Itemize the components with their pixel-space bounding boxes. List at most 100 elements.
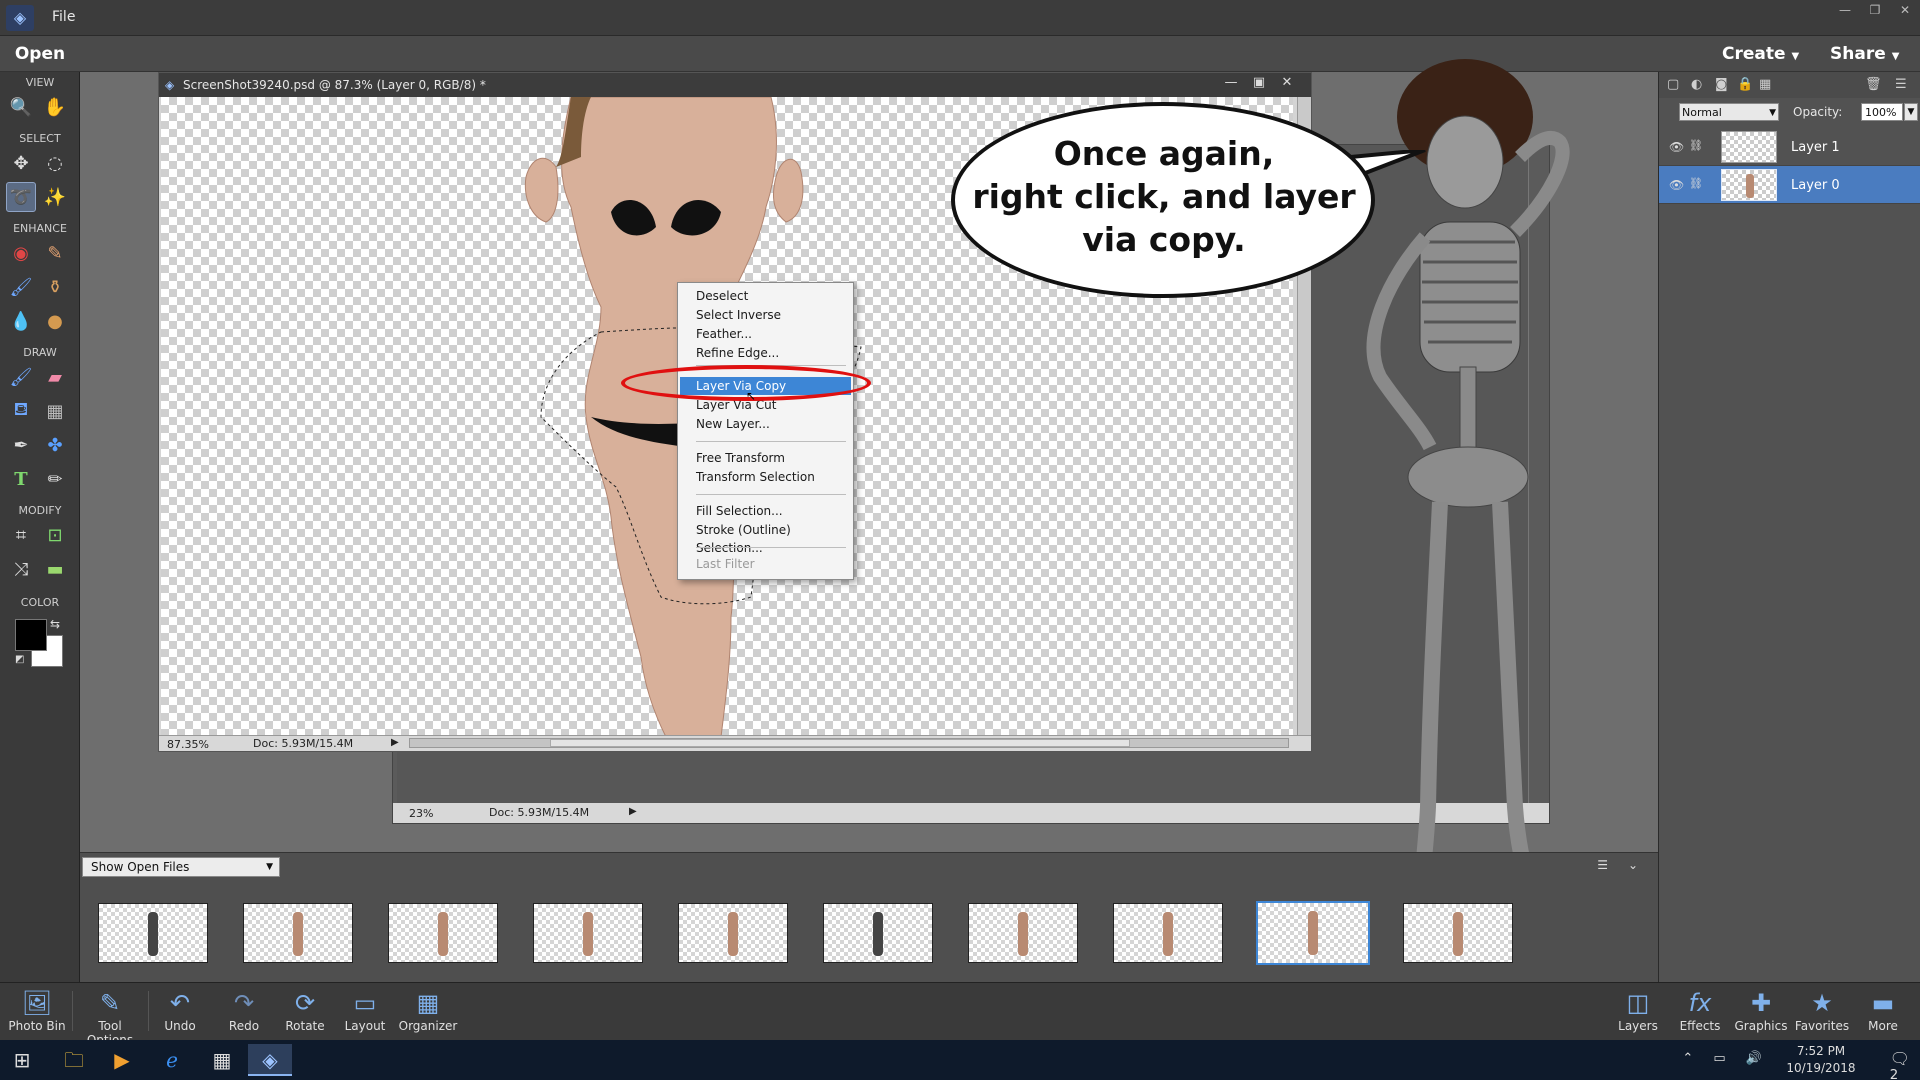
horizontal-scrollbar[interactable] <box>409 738 1289 748</box>
tray-icons[interactable]: ⌃ ▭ 🔊 <box>1682 1051 1770 1066</box>
opacity-input[interactable]: 100% <box>1861 103 1903 121</box>
minimize-icon[interactable]: — <box>1217 75 1245 90</box>
recompose-icon[interactable]: ⊡ <box>40 520 70 550</box>
zoom-level[interactable]: 87.35% <box>167 738 209 751</box>
photo-bin-source-select[interactable]: Show Open Files ▼ <box>82 857 280 877</box>
content-aware-move-icon[interactable]: ⤨ <box>6 554 36 584</box>
status-menu-icon[interactable]: ▶ <box>391 737 399 748</box>
menu-item-deselect[interactable]: Deselect <box>680 287 851 305</box>
tool-options-button[interactable]: ✎Tool Options <box>74 987 146 1047</box>
type-icon[interactable]: T <box>6 464 36 494</box>
photo-thumbnail-selected[interactable] <box>1256 901 1370 965</box>
photo-thumbnail[interactable] <box>678 903 788 963</box>
maximize-button[interactable]: ❐ <box>1860 0 1890 20</box>
maximize-icon[interactable]: ▣ <box>1245 75 1273 90</box>
favorites-button[interactable]: ★ Favorites <box>1788 987 1856 1033</box>
zoom-level[interactable]: 23% <box>409 807 433 820</box>
media-player-icon[interactable]: ▶ <box>100 1044 144 1076</box>
adjustment-layer-icon[interactable]: ◐ <box>1691 77 1702 92</box>
photo-thumbnail[interactable] <box>823 903 933 963</box>
eraser-icon[interactable]: ▰ <box>40 362 70 392</box>
calculator-icon[interactable]: ▦ <box>200 1044 244 1076</box>
notification-icon[interactable]: 🗨2 <box>1890 1049 1910 1080</box>
straighten-icon[interactable]: ▬ <box>40 554 70 584</box>
red-eye-icon[interactable]: ◉ <box>6 238 36 268</box>
organizer-button[interactable]: ▦ Organizer <box>392 987 464 1033</box>
photo-thumbnail[interactable] <box>1403 903 1513 963</box>
panel-menu-icon[interactable]: ☰ <box>1895 77 1907 92</box>
layer-mask-icon[interactable]: ◙ <box>1715 77 1728 92</box>
lock-icon[interactable]: 🔒 <box>1737 77 1753 92</box>
photo-thumbnail[interactable] <box>243 903 353 963</box>
layer-name[interactable]: Layer 0 <box>1791 178 1840 193</box>
collapse-bin-icon[interactable]: ⌄ <box>1628 858 1638 872</box>
custom-shape-icon[interactable]: ✤ <box>40 430 70 460</box>
windows-start-icon[interactable]: ⊞ <box>0 1044 44 1076</box>
more-button[interactable]: ▬ More <box>1849 987 1917 1033</box>
lasso-icon[interactable]: ➰ <box>6 182 36 212</box>
menu-item-free-transform[interactable]: Free Transform <box>680 449 851 467</box>
menu-item-new-layer[interactable]: New Layer... <box>680 415 851 433</box>
clone-stamp-icon[interactable]: ⚱ <box>40 272 70 302</box>
status-menu-icon[interactable]: ▶ <box>629 806 637 817</box>
open-button[interactable]: Open <box>0 36 80 72</box>
paint-bucket-icon[interactable]: ⛾ <box>6 396 36 426</box>
visibility-eye-icon[interactable]: 👁 <box>1669 178 1684 192</box>
layout-button[interactable]: ▭ Layout <box>334 987 396 1033</box>
minimize-button[interactable]: — <box>1830 0 1860 20</box>
zoom-icon[interactable]: 🔍 <box>6 92 36 122</box>
file-explorer-icon[interactable]: 🗀 <box>52 1044 96 1076</box>
photo-thumbnail[interactable] <box>1113 903 1223 963</box>
new-layer-icon[interactable]: ▢ <box>1667 77 1679 92</box>
menu-item-transform-selection[interactable]: Transform Selection <box>680 468 851 486</box>
create-button[interactable]: Create ▼ <box>1722 44 1799 64</box>
hand-icon[interactable]: ✋ <box>40 92 70 122</box>
layer-name[interactable]: Layer 1 <box>1791 140 1840 155</box>
close-button[interactable]: ✕ <box>1890 0 1920 20</box>
menu-item-stroke-selection[interactable]: Stroke (Outline) Selection... <box>680 521 851 555</box>
default-colors-icon[interactable]: ◩ <box>15 654 27 666</box>
photo-bin-button[interactable]: 🖼 Photo Bin <box>2 987 72 1033</box>
sponge-icon[interactable]: ● <box>40 306 70 336</box>
layers-button[interactable]: ◫ Layers <box>1604 987 1672 1033</box>
menu-item-fill-selection[interactable]: Fill Selection... <box>680 502 851 520</box>
redo-button[interactable]: ↷ Redo <box>214 987 274 1033</box>
blur-icon[interactable]: 💧 <box>6 306 36 336</box>
share-button[interactable]: Share ▼ <box>1830 44 1899 64</box>
layer-row-layer-0[interactable]: 👁 ⛓ Layer 0 <box>1659 166 1920 204</box>
move-icon[interactable]: ✥ <box>6 148 36 178</box>
photo-thumbnail[interactable] <box>388 903 498 963</box>
layer-row-layer-1[interactable]: 👁 ⛓ Layer 1 <box>1659 128 1920 166</box>
eyedropper-icon[interactable]: ✒ <box>6 430 36 460</box>
browser-icon[interactable]: ℯ <box>150 1044 194 1076</box>
brush-icon[interactable]: 🖌 <box>6 362 36 392</box>
pencil-icon[interactable]: ✏ <box>40 464 70 494</box>
lock-transparency-icon[interactable]: ▦ <box>1759 77 1771 92</box>
swap-colors-icon[interactable]: ⇆ <box>50 617 60 631</box>
menu-file[interactable]: File <box>52 9 75 25</box>
visibility-eye-icon[interactable]: 👁 <box>1669 140 1684 154</box>
menu-item-select-inverse[interactable]: Select Inverse <box>680 306 851 324</box>
photoshop-elements-taskbar-icon[interactable]: ◈ <box>248 1044 292 1076</box>
marquee-icon[interactable]: ◌ <box>40 148 70 178</box>
menu-item-feather[interactable]: Feather... <box>680 325 851 343</box>
photo-thumbnail[interactable] <box>98 903 208 963</box>
blend-mode-select[interactable]: Normal ▼ <box>1679 103 1779 121</box>
link-icon[interactable]: ⛓ <box>1689 177 1703 190</box>
smart-brush-icon[interactable]: 🖌 <box>6 272 36 302</box>
clock-date[interactable]: 10/19/2018 <box>1776 1061 1866 1075</box>
scrollbar-thumb[interactable] <box>550 739 1130 747</box>
rotate-button[interactable]: ⟳ Rotate <box>274 987 336 1033</box>
menu-item-refine-edge[interactable]: Refine Edge... <box>680 344 851 362</box>
close-icon[interactable]: ✕ <box>1273 75 1301 90</box>
link-icon[interactable]: ⛓ <box>1689 139 1703 152</box>
gradient-icon[interactable]: ▦ <box>40 396 70 426</box>
undo-button[interactable]: ↶ Undo <box>150 987 210 1033</box>
crop-icon[interactable]: ⌗ <box>6 520 36 550</box>
foreground-color-swatch[interactable] <box>15 619 47 651</box>
clock-time[interactable]: 7:52 PM <box>1776 1044 1866 1058</box>
opacity-dropdown-icon[interactable]: ▼ <box>1904 103 1918 121</box>
document-titlebar[interactable]: ◈ ScreenShot39240.psd @ 87.3% (Layer 0, … <box>159 73 1311 97</box>
effects-button[interactable]: fx Effects <box>1666 987 1734 1033</box>
magic-wand-icon[interactable]: ✨ <box>40 182 70 212</box>
